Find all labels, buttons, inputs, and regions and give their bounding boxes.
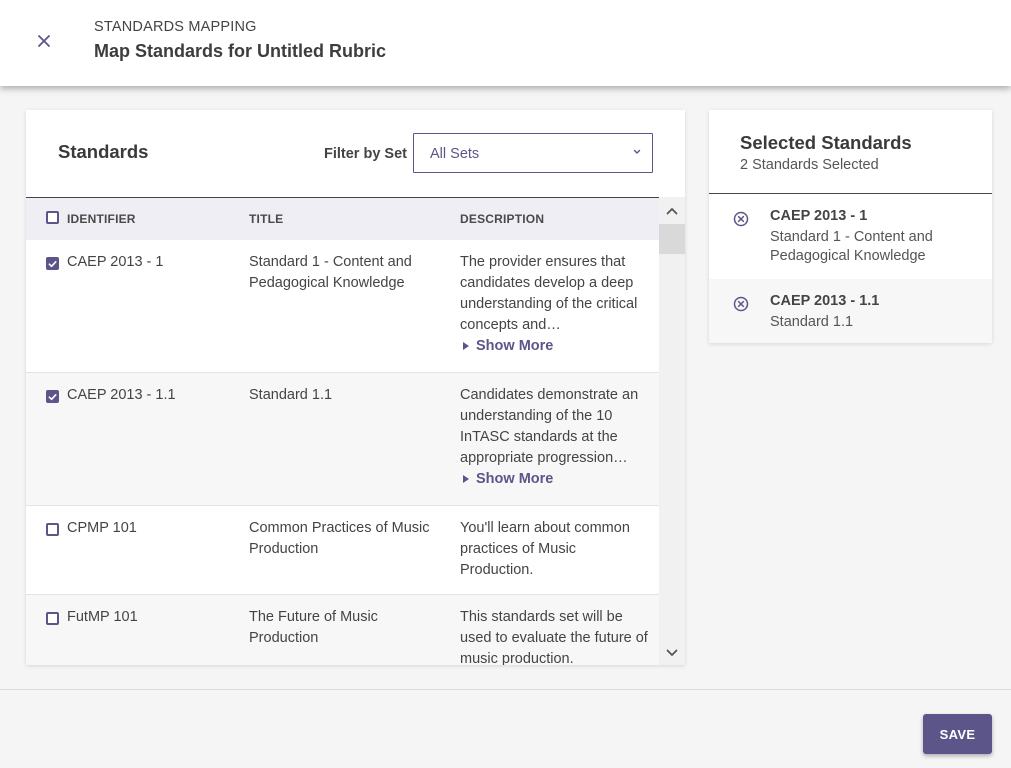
- header-eyebrow: STANDARDS MAPPING: [94, 19, 257, 35]
- table-header: IDENTIFIER TITLE DESCRIPTION: [26, 197, 659, 240]
- table-scrollbar[interactable]: [659, 197, 685, 665]
- row-title: Standard 1.1: [249, 387, 333, 403]
- modal-footer: [0, 689, 1011, 768]
- column-header-identifier[interactable]: IDENTIFIER: [67, 212, 136, 226]
- remove-circle-x-icon[interactable]: [733, 296, 749, 312]
- table-row: CPMP 101 Common Practices of Music Produ…: [26, 506, 659, 595]
- filter-by-set-select[interactable]: All Sets: [413, 133, 653, 173]
- selected-identifier: CAEP 2013 - 1: [770, 208, 868, 224]
- column-header-description[interactable]: DESCRIPTION: [460, 212, 544, 226]
- scrollbar-thumb[interactable]: [659, 224, 685, 254]
- selected-standard-item: CAEP 2013 - 1 Standard 1 - Content and P…: [709, 194, 992, 279]
- show-more-label: Show More: [476, 471, 554, 487]
- standards-table-body: CAEP 2013 - 1 Standard 1 - Content and P…: [26, 240, 659, 665]
- row-title: Standard 1 - Content and Pedagogical Kno…: [249, 254, 412, 291]
- close-button[interactable]: [34, 31, 54, 51]
- filter-selected-value: All Sets: [430, 146, 480, 162]
- selected-title: Standard 1.1: [770, 314, 854, 330]
- caret-right-icon: [463, 342, 469, 350]
- row-description: You'll learn about common practices of M…: [460, 520, 630, 578]
- row-description: The provider ensures that candidates dev…: [460, 254, 638, 333]
- table-row: CAEP 2013 - 1 Standard 1 - Content and P…: [26, 240, 659, 373]
- save-button[interactable]: SAVE: [923, 714, 992, 754]
- selected-standards-panel: Selected Standards 2 Standards Selected …: [709, 110, 992, 343]
- scroll-down-button[interactable]: [659, 645, 685, 661]
- row-checkbox[interactable]: [46, 523, 59, 536]
- selected-standard-item: CAEP 2013 - 1.1 Standard 1.1: [709, 279, 992, 343]
- filter-label: Filter by Set: [324, 146, 407, 162]
- row-checkbox[interactable]: [46, 257, 59, 270]
- table-row: FutMP 101 The Future of Music Production…: [26, 595, 659, 665]
- column-header-title[interactable]: TITLE: [249, 212, 283, 226]
- selected-standards-title: Selected Standards: [740, 132, 912, 153]
- row-title: Common Practices of Music Production: [249, 520, 430, 557]
- row-identifier: CAEP 2013 - 1.1: [67, 387, 176, 403]
- scroll-up-button[interactable]: [659, 203, 685, 219]
- show-more-link[interactable]: Show More: [463, 471, 553, 487]
- show-more-link[interactable]: Show More: [463, 338, 553, 354]
- checkmark-icon: [48, 393, 57, 400]
- row-checkbox[interactable]: [46, 390, 59, 403]
- close-icon[interactable]: [38, 35, 50, 47]
- show-more-label: Show More: [476, 338, 554, 354]
- row-checkbox[interactable]: [46, 612, 59, 625]
- chevron-down-icon: [666, 649, 678, 656]
- row-identifier: CAEP 2013 - 1: [67, 254, 164, 270]
- chevron-down-icon: [633, 149, 641, 154]
- modal-header: STANDARDS MAPPING Map Standards for Unti…: [0, 0, 1011, 86]
- caret-right-icon: [463, 475, 469, 483]
- chevron-up-icon: [666, 208, 678, 215]
- standards-panel: Standards Filter by Set All Sets IDENTIF…: [26, 110, 685, 665]
- selected-count: 2 Standards Selected: [740, 157, 879, 173]
- row-identifier: CPMP 101: [67, 520, 137, 536]
- remove-circle-x-icon[interactable]: [733, 211, 749, 227]
- selected-title: Standard 1 - Content and Pedagogical Kno…: [770, 229, 933, 264]
- selected-identifier: CAEP 2013 - 1.1: [770, 293, 880, 309]
- row-identifier: FutMP 101: [67, 609, 138, 625]
- row-description: Candidates demonstrate an understanding …: [460, 387, 639, 466]
- page-title: Map Standards for Untitled Rubric: [94, 41, 387, 61]
- row-description: This standards set will be used to evalu…: [460, 609, 648, 665]
- standards-panel-title: Standards: [58, 141, 149, 162]
- row-title: The Future of Music Production: [249, 609, 378, 646]
- checkmark-icon: [48, 260, 57, 267]
- select-all-checkbox[interactable]: [46, 211, 59, 224]
- table-row: CAEP 2013 - 1.1 Standard 1.1 Candidates …: [26, 373, 659, 506]
